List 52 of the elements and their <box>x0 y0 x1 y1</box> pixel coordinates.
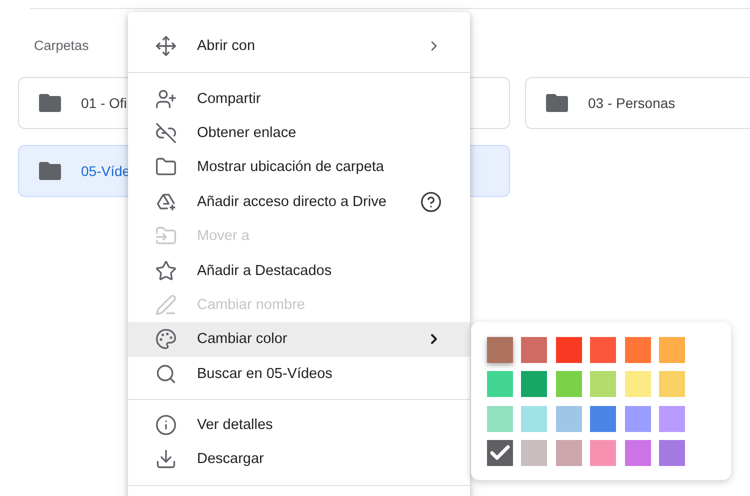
menu-item[interactable]: Añadir a Destacados <box>128 253 470 288</box>
help-icon[interactable] <box>420 190 442 213</box>
move-arrows-icon <box>155 35 177 58</box>
pencil-icon <box>155 294 177 316</box>
color-swatch[interactable] <box>624 440 651 466</box>
menu-item[interactable]: Cambiar color <box>128 322 470 357</box>
broken-link-icon <box>155 122 177 144</box>
color-swatch[interactable] <box>624 406 651 432</box>
menu-item[interactable]: Añadir acceso directo a Drive <box>128 184 470 219</box>
color-swatch[interactable] <box>590 337 616 363</box>
download-icon <box>155 448 177 470</box>
color-swatch[interactable] <box>658 406 685 432</box>
color-swatch[interactable] <box>521 440 548 466</box>
color-swatch[interactable] <box>658 440 685 466</box>
color-swatch[interactable] <box>624 337 651 363</box>
color-swatch[interactable] <box>658 371 685 398</box>
section-title: Carpetas <box>34 37 89 54</box>
palette-icon <box>155 328 177 350</box>
color-swatch[interactable] <box>556 406 582 432</box>
color-swatch[interactable] <box>521 337 548 363</box>
color-swatch[interactable] <box>521 371 548 398</box>
menu-item[interactable]: Mostrar ubicación de carpeta <box>128 150 470 185</box>
color-swatch[interactable] <box>487 371 513 398</box>
folder-icon <box>39 162 61 180</box>
color-swatch[interactable] <box>487 440 513 466</box>
search-icon <box>155 362 177 385</box>
color-swatch[interactable] <box>658 337 685 363</box>
star-icon <box>155 260 177 282</box>
color-swatch[interactable] <box>487 406 513 432</box>
color-swatch[interactable] <box>590 371 616 398</box>
menu-item[interactable]: Descargar <box>128 442 470 477</box>
menu-item[interactable]: Buscar en 05-Vídeos <box>128 356 470 391</box>
folder-icon <box>546 94 568 112</box>
color-swatch[interactable] <box>590 440 616 466</box>
color-swatch[interactable] <box>521 406 548 432</box>
info-icon <box>155 414 177 436</box>
person-add-icon <box>155 88 177 110</box>
menu-item[interactable]: Obtener enlace <box>128 116 470 150</box>
color-swatch[interactable] <box>556 371 582 398</box>
color-swatch[interactable] <box>590 406 616 432</box>
menu-item[interactable]: Compartir <box>128 81 470 116</box>
folder-name: 03 - Personas <box>588 95 676 111</box>
folder-name: 01 - Ofi <box>81 95 127 111</box>
menu-item[interactable]: Ver detalles <box>128 408 470 442</box>
menu-item[interactable]: Abrir con <box>128 29 470 64</box>
color-swatch[interactable] <box>624 371 651 398</box>
color-swatch[interactable] <box>556 337 582 363</box>
folder-icon <box>39 94 61 112</box>
folder-card[interactable]: 03 - Personas <box>525 77 750 129</box>
color-swatch[interactable] <box>487 337 513 363</box>
color-swatch[interactable] <box>556 440 582 466</box>
folder-name: 05-Víde <box>81 163 130 179</box>
